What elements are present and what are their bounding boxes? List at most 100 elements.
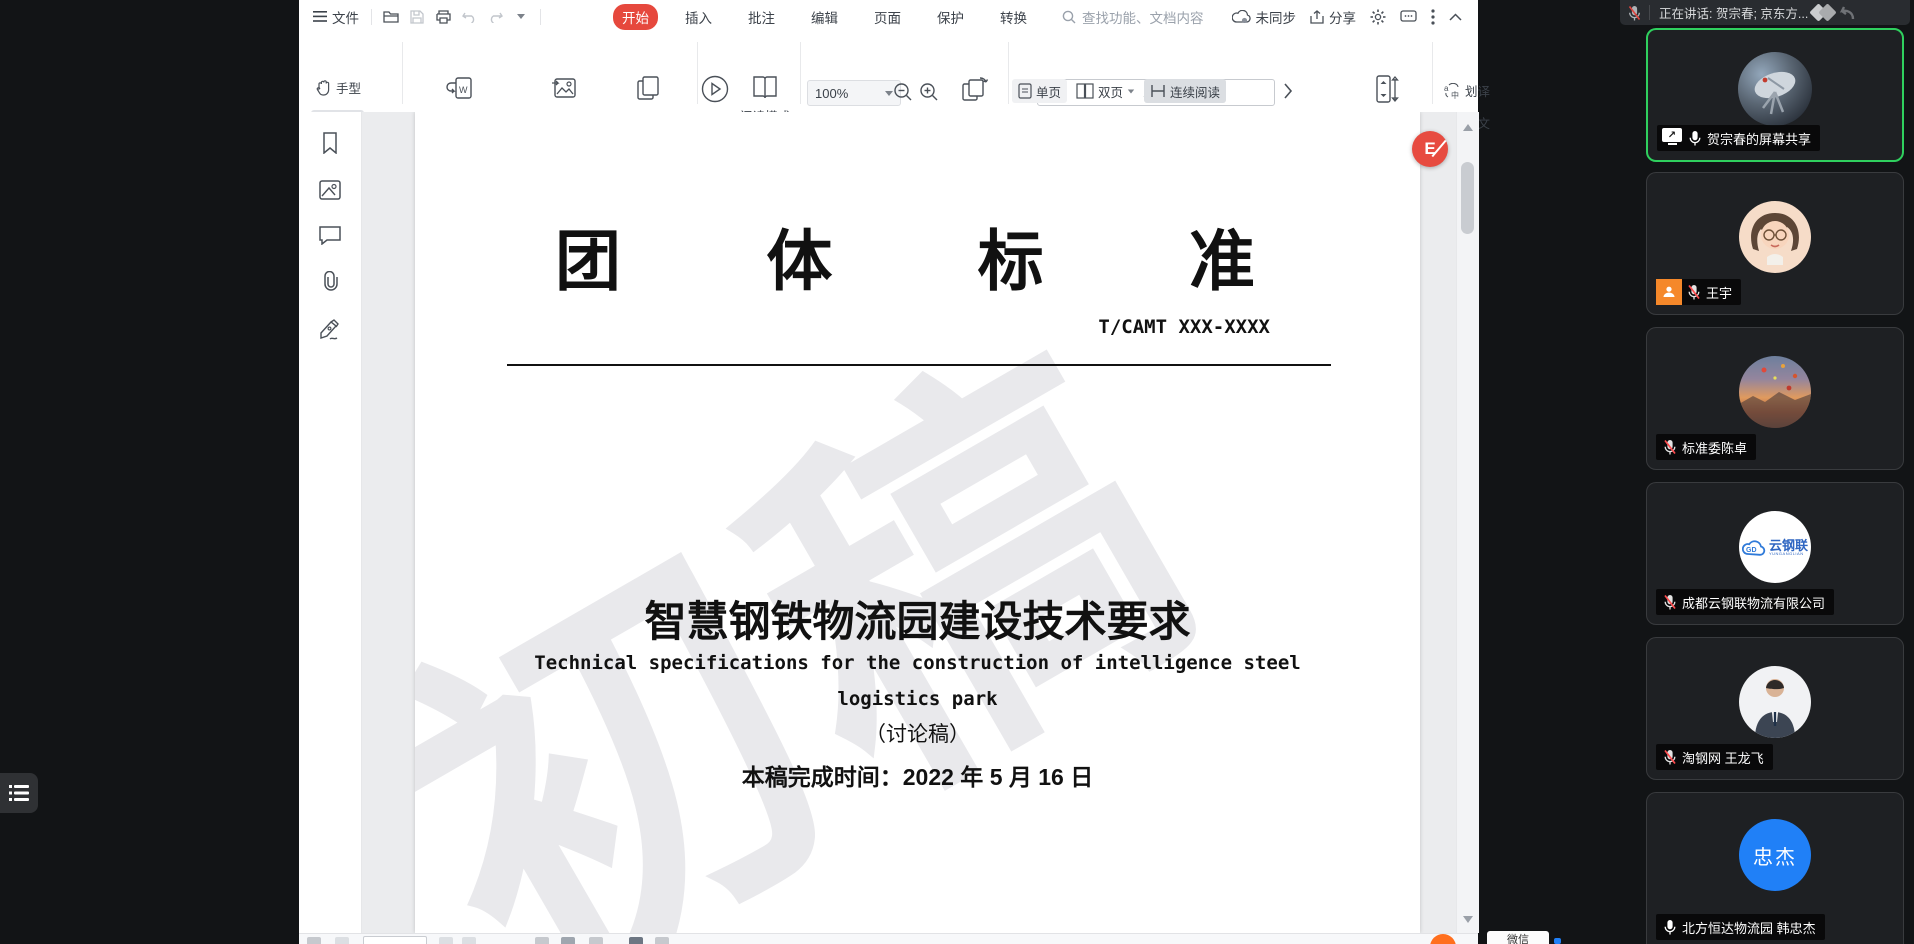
svg-text:GD: GD	[1746, 547, 1757, 554]
vertical-scrollbar[interactable]	[1456, 112, 1479, 933]
sync-status-button[interactable]: 未同步	[1232, 7, 1297, 27]
participant-tile[interactable]: 标准委陈卓	[1646, 327, 1904, 470]
tab-edit[interactable]: 编辑	[802, 4, 847, 30]
screen-share-icon: ↗	[1661, 128, 1683, 148]
meeting-list-toggle-button[interactable]	[0, 773, 38, 813]
avatar: GD 云钢联 YUNGANGLIAN	[1739, 511, 1811, 583]
statusbar-icon[interactable]	[307, 937, 321, 944]
file-menu-button[interactable]: 文件	[307, 7, 365, 27]
thumbnail-image-icon[interactable]	[319, 180, 341, 200]
settings-gear-icon[interactable]	[1370, 9, 1386, 25]
search-placeholder: 查找功能、文档内容	[1082, 7, 1204, 27]
svg-text:W: W	[459, 85, 468, 95]
chevron-down-icon	[517, 14, 525, 19]
bookmark-icon[interactable]	[320, 132, 340, 154]
mic-muted-icon[interactable]	[1620, 5, 1649, 21]
share-label: 分享	[1329, 7, 1356, 27]
continuous-read-button[interactable]: 连续阅读	[1144, 79, 1226, 103]
tab-home[interactable]: 开始	[613, 4, 658, 30]
share-button[interactable]: 分享	[1310, 7, 1356, 27]
attachment-icon[interactable]	[320, 271, 340, 293]
participant-tile[interactable]: 忠杰 北方恒达物流园 韩忠杰	[1646, 792, 1904, 944]
single-page-button[interactable]: 单页	[1012, 79, 1067, 103]
statusbar-icon[interactable]	[462, 937, 476, 944]
statusbar-icon[interactable]	[335, 937, 349, 944]
scrollbar-thumb[interactable]	[1461, 162, 1474, 234]
comment-panel-icon[interactable]	[319, 226, 341, 245]
reply-arrow-icon[interactable]	[1836, 5, 1856, 21]
avatar: 忠杰	[1739, 819, 1811, 891]
tab-comment[interactable]: 批注	[739, 4, 784, 30]
feedback-comment-icon[interactable]	[1400, 10, 1417, 24]
next-page-button[interactable]	[1283, 83, 1293, 99]
zoom-in-button[interactable]	[919, 82, 939, 102]
split-merge-icon	[634, 74, 662, 104]
avatar	[1739, 201, 1811, 273]
word-translate-button[interactable]: a中 划译	[1439, 79, 1495, 102]
header-char: 体	[766, 208, 832, 304]
undo-button[interactable]	[456, 6, 482, 28]
tab-convert[interactable]: 转换	[991, 4, 1036, 30]
print-button[interactable]	[430, 6, 456, 28]
save-button[interactable]	[404, 6, 430, 28]
continuous-read-label: 连续阅读	[1170, 82, 1220, 101]
statusbar-view-icon[interactable]	[561, 937, 575, 944]
zoom-out-button[interactable]	[893, 82, 913, 102]
header-char: 准	[1189, 208, 1255, 304]
cloud-logo-icon: GD	[1742, 538, 1766, 556]
double-page-button[interactable]: 双页	[1070, 79, 1141, 103]
tab-page[interactable]: 页面	[865, 4, 910, 30]
tab-insert[interactable]: 插入	[676, 4, 721, 30]
tab-protect[interactable]: 保护	[928, 4, 973, 30]
list-icon	[9, 784, 29, 802]
woman-avatar	[1739, 201, 1811, 273]
menu-bar: 文件 开始 插入 批注 编辑 页面 保护 转换 查找功能、文档内容	[299, 0, 1478, 33]
open-file-button[interactable]	[378, 6, 404, 28]
more-options-icon[interactable]	[1431, 9, 1435, 25]
participant-tile[interactable]: 淘钢网 王龙飞	[1646, 637, 1904, 780]
quickbar-dropdown[interactable]	[508, 6, 534, 28]
standard-header: 团 体 标 准	[555, 208, 1255, 304]
mic-on-icon	[1664, 919, 1676, 935]
rotate-document-icon	[958, 74, 990, 104]
statusbar-view-icon[interactable]	[535, 937, 549, 944]
header-char: 标	[978, 208, 1044, 304]
book-icon	[750, 74, 780, 102]
desktop: 文件 开始 插入 批注 编辑 页面 保护 转换 查找功能、文档内容	[0, 0, 1914, 944]
english-subtitle-line2: logistics park	[415, 688, 1420, 710]
pdf-to-office-icon: W	[446, 74, 476, 104]
scroll-up-arrow[interactable]	[1463, 124, 1473, 131]
chevron-down-icon	[885, 91, 893, 96]
translate-badge[interactable]: E	[1412, 131, 1448, 167]
taskbar-app-icon[interactable]	[1554, 938, 1561, 944]
zoom-level-select[interactable]: 100%	[807, 80, 901, 106]
redo-button[interactable]	[482, 6, 508, 28]
participant-name: 成都云钢联物流有限公司	[1682, 593, 1825, 612]
wps-logo-icon[interactable]	[1430, 934, 1456, 944]
statusbar-view-icon[interactable]	[655, 937, 669, 944]
participant-tile[interactable]: 王宇	[1646, 172, 1904, 315]
participant-tile[interactable]: GD 云钢联 YUNGANGLIAN 成都云钢联物流有限公司	[1646, 482, 1904, 625]
wechat-label: 微信	[1507, 931, 1529, 944]
hand-tool-button[interactable]: 手型	[311, 76, 366, 99]
document-area[interactable]: 初稿 团 体 标 准 T/CAMT XXX-XXXX 智慧钢铁物流园建设技术要求…	[362, 112, 1456, 933]
participant-name-label: 标准委陈卓	[1656, 434, 1756, 460]
statusbar-icon[interactable]	[439, 937, 453, 944]
wechat-taskbar-tooltip[interactable]: 微信	[1487, 931, 1549, 944]
cloud-sync-icon	[1232, 10, 1251, 23]
mic-muted-icon	[1664, 439, 1676, 455]
document-title: 智慧钢铁物流园建设技术要求	[415, 588, 1420, 649]
divider	[800, 42, 801, 104]
participant-name: 淘钢网 王龙飞	[1682, 748, 1764, 767]
statusbar-page-input[interactable]	[363, 936, 427, 944]
participant-tile[interactable]: ↗ 贺宗春的屏幕共享	[1646, 28, 1904, 162]
signature-icon[interactable]	[318, 319, 342, 341]
collapse-ribbon-icon[interactable]	[1449, 13, 1462, 21]
search-input[interactable]: 查找功能、文档内容	[1062, 7, 1204, 27]
statusbar-view-icon[interactable]	[629, 937, 643, 944]
participant-name: 王宇	[1706, 283, 1732, 302]
speaking-indicator-text: 正在讲话: 贺宗春; 京东方...	[1659, 3, 1808, 22]
scroll-down-arrow[interactable]	[1463, 916, 1473, 923]
businessman-avatar	[1739, 666, 1811, 738]
statusbar-view-icon[interactable]	[589, 937, 603, 944]
